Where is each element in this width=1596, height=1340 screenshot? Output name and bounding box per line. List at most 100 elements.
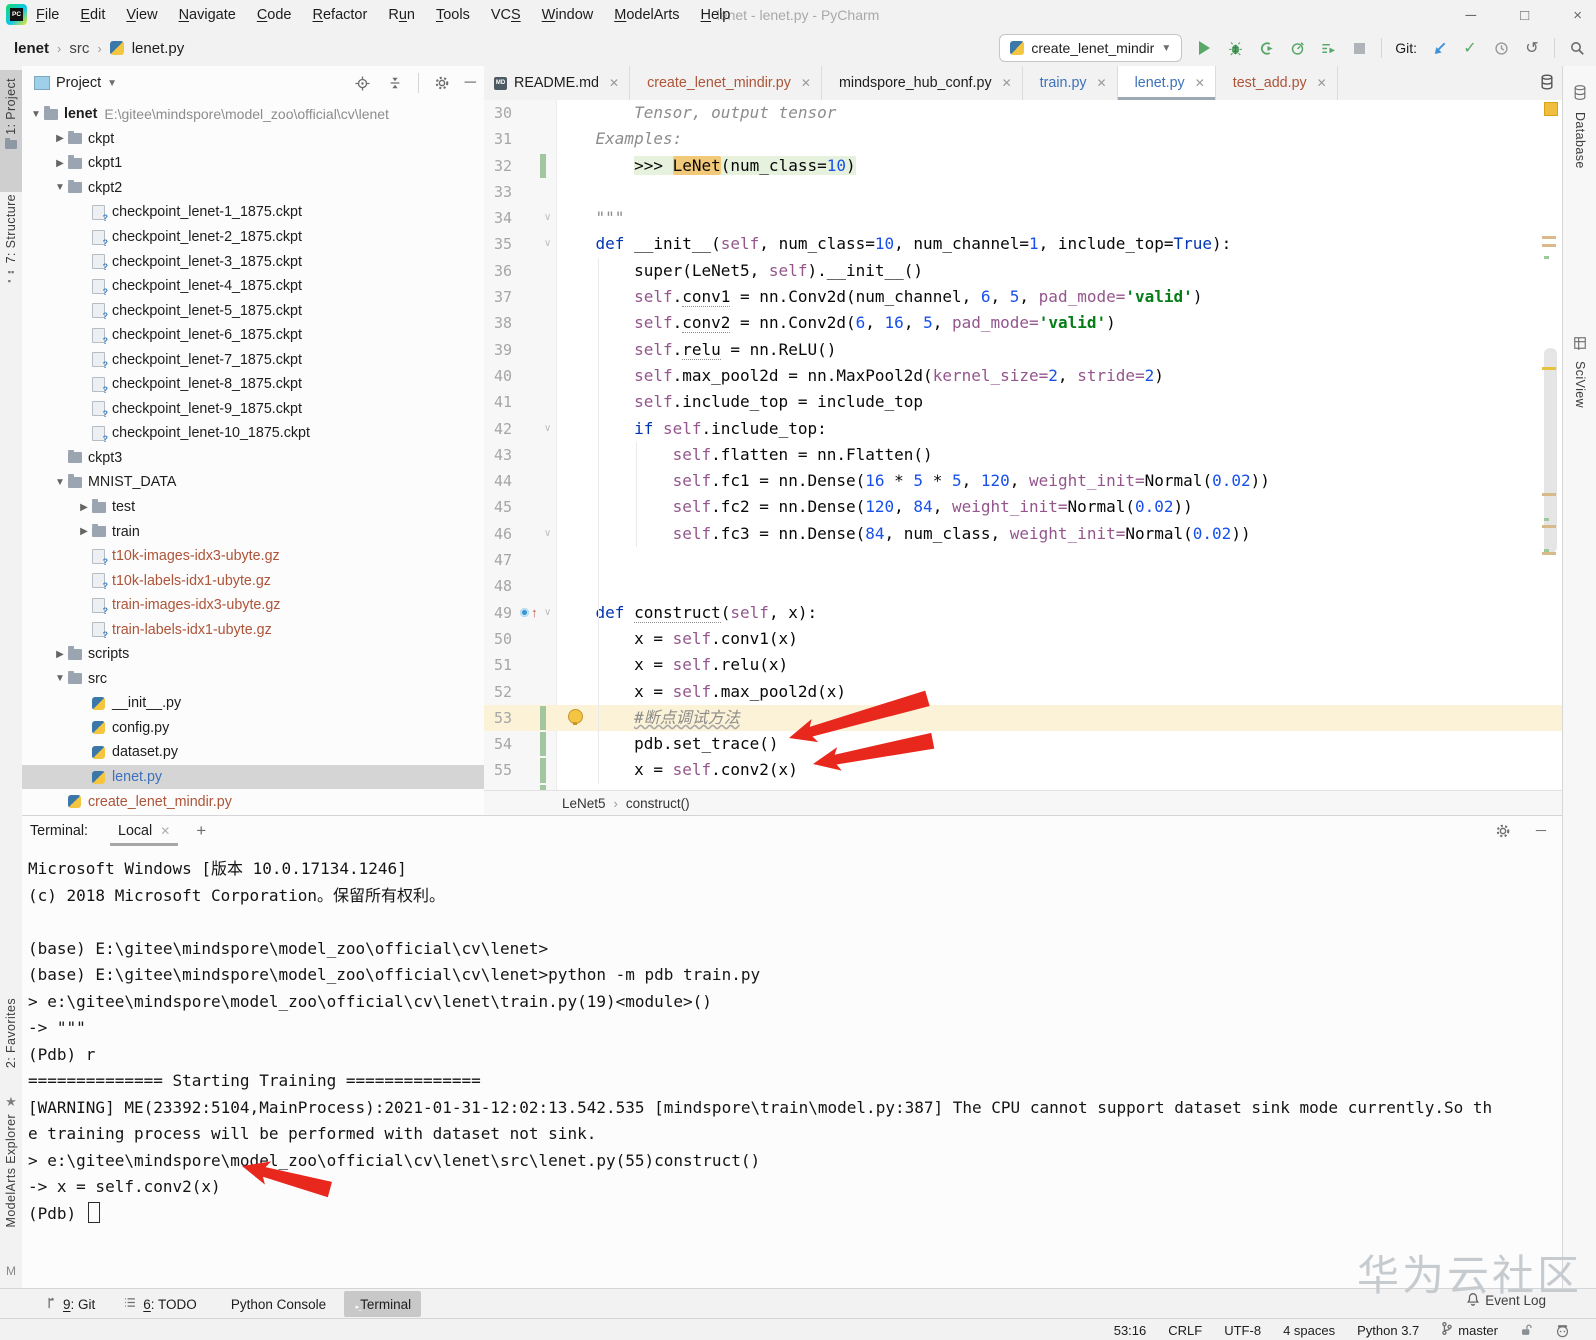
fold-icon[interactable]: ∨ [544, 600, 551, 626]
line-number[interactable]: 55 [484, 757, 512, 783]
line-number[interactable]: 52 [484, 679, 512, 705]
line-number[interactable]: 49 [484, 600, 512, 626]
toolwindow-button-terminal[interactable]: Terminal [344, 1291, 422, 1317]
settings-gear-icon[interactable] [433, 74, 451, 92]
menu-run[interactable]: Run [388, 7, 415, 23]
editor-gutter[interactable]: 38 [484, 310, 557, 337]
editor-gutter[interactable]: 32 [484, 152, 557, 179]
editor-gutter[interactable]: 39 [484, 336, 557, 363]
search-everywhere-button[interactable] [1568, 39, 1586, 57]
maximize-button[interactable]: □ [1520, 7, 1529, 24]
toolwindow-button-9-git[interactable]: 9: Git [36, 1291, 105, 1317]
toolwindow-button-6-todo[interactable]: 6: TODO [113, 1291, 207, 1317]
editor-gutter[interactable]: 53 [484, 705, 557, 731]
line-number[interactable]: 35 [484, 231, 512, 257]
tree-item-train-labels-idx1-ubyte-gz[interactable]: train-labels-idx1-ubyte.gz [22, 617, 484, 642]
run-configuration-select[interactable]: create_lenet_mindir ▼ [999, 34, 1183, 62]
menu-navigate[interactable]: Navigate [179, 7, 236, 23]
stop-button[interactable] [1350, 39, 1368, 57]
line-number[interactable]: 40 [484, 363, 512, 389]
tree-item-src[interactable]: ▼ src [22, 667, 484, 692]
line-number[interactable]: 54 [484, 731, 512, 757]
locate-file-button[interactable] [354, 74, 372, 92]
editor-gutter[interactable]: 30 [484, 100, 557, 127]
tree-item-train[interactable]: ▶ train [22, 519, 484, 544]
editor-gutter[interactable]: 42 ∨ [484, 415, 557, 442]
tree-item-config-py[interactable]: config.py [22, 716, 484, 741]
run-anything-button[interactable] [1319, 39, 1337, 57]
editor-gutter[interactable]: 37 [484, 284, 557, 311]
tree-item-checkpoint-lenet-7-1875-ckpt[interactable]: checkpoint_lenet-7_1875.ckpt [22, 347, 484, 372]
editor-gutter[interactable]: 34 ∨ [484, 205, 557, 232]
menu-window[interactable]: Window [542, 7, 594, 23]
editor-gutter[interactable]: 44 [484, 468, 557, 495]
tree-expand-icon[interactable]: ▶ [52, 133, 68, 144]
tab-test-add-py[interactable]: test_add.py ✕ [1216, 66, 1338, 100]
editor-gutter[interactable]: 35 ∨ [484, 231, 557, 258]
editor-gutter[interactable]: 48 [484, 573, 557, 600]
lock-icon[interactable] [1520, 1323, 1533, 1337]
tab-lenet-py[interactable]: lenet.py ✕ [1117, 66, 1216, 100]
toolwindow-database[interactable]: Database [1563, 84, 1596, 169]
line-number[interactable]: 33 [484, 179, 512, 205]
breadcrumb-root[interactable]: lenet [14, 40, 49, 57]
line-number[interactable]: 38 [484, 310, 512, 336]
tab-create-lenet-mindir-py[interactable]: create_lenet_mindir.py ✕ [630, 66, 822, 100]
tree-item-checkpoint-lenet-8-1875-ckpt[interactable]: checkpoint_lenet-8_1875.ckpt [22, 372, 484, 397]
tree-item-checkpoint-lenet-6-1875-ckpt[interactable]: checkpoint_lenet-6_1875.ckpt [22, 323, 484, 348]
tree-item-ckpt3[interactable]: ckpt3 [22, 446, 484, 471]
new-terminal-button[interactable]: + [196, 821, 206, 841]
menu-modelarts[interactable]: ModelArts [614, 7, 679, 23]
line-number[interactable]: 32 [484, 153, 512, 179]
git-update-button[interactable] [1430, 39, 1448, 57]
fold-icon[interactable]: ∨ [544, 416, 551, 442]
tree-item-checkpoint-lenet-1-1875-ckpt[interactable]: checkpoint_lenet-1_1875.ckpt [22, 200, 484, 225]
tree-item-scripts[interactable]: ▶ scripts [22, 642, 484, 667]
status-git-branch[interactable]: master [1441, 1321, 1498, 1339]
line-number[interactable]: 48 [484, 573, 512, 599]
toolwindow-modelarts[interactable]: ModelArts Explorer [0, 1114, 22, 1262]
tree-item-checkpoint-lenet-9-1875-ckpt[interactable]: checkpoint_lenet-9_1875.ckpt [22, 397, 484, 422]
line-number[interactable]: 50 [484, 626, 512, 652]
history-button[interactable] [1492, 39, 1510, 57]
line-number[interactable]: 46 [484, 521, 512, 547]
terminal-output[interactable]: Microsoft Windows [版本 10.0.17134.1246] (c… [28, 846, 1558, 1289]
editor-scrollbar[interactable] [1544, 348, 1557, 553]
terminal-tab-local[interactable]: Local ✕ [110, 816, 179, 846]
tree-item-ckpt1[interactable]: ▶ ckpt1 [22, 151, 484, 176]
menu-file[interactable]: File [36, 7, 59, 23]
line-number[interactable]: 42 [484, 416, 512, 442]
editor-gutter[interactable]: 55 [484, 757, 557, 784]
close-icon[interactable]: ✕ [609, 76, 619, 90]
code-editor[interactable]: 30 Tensor, output tensor 31 Examples: 32 >… [484, 100, 1562, 790]
profile-avatar-icon[interactable] [1555, 1323, 1570, 1338]
tree-expand-icon[interactable]: ▶ [52, 158, 68, 169]
profiler-button[interactable] [1288, 39, 1306, 57]
close-icon[interactable]: ✕ [160, 824, 170, 838]
editor-gutter[interactable]: 41 [484, 389, 557, 416]
menu-vcs[interactable]: VCS [491, 7, 521, 23]
tree-item-checkpoint-lenet-2-1875-ckpt[interactable]: checkpoint_lenet-2_1875.ckpt [22, 225, 484, 250]
status-encoding[interactable]: UTF-8 [1224, 1323, 1261, 1338]
line-number[interactable]: 43 [484, 442, 512, 468]
fold-icon[interactable]: ∨ [544, 231, 551, 257]
tab-readme-md[interactable]: MD README.md ✕ [484, 66, 631, 100]
editor-gutter[interactable]: 52 [484, 678, 557, 705]
breadcrumb-src[interactable]: src [69, 40, 89, 57]
toolwindow-project[interactable]: 1: Project [0, 70, 22, 192]
tree-item-dataset-py[interactable]: dataset.py [22, 740, 484, 765]
close-icon[interactable]: ✕ [1097, 76, 1107, 90]
line-number[interactable]: 36 [484, 258, 512, 284]
fold-icon[interactable]: ∨ [544, 205, 551, 231]
tree-item-ckpt[interactable]: ▶ ckpt [22, 127, 484, 152]
editor-gutter[interactable]: 54 [484, 731, 557, 758]
breadcrumb-file[interactable]: lenet.py [132, 40, 185, 57]
tree-item-lenet-py[interactable]: lenet.py [22, 764, 484, 790]
editor-gutter[interactable]: 40 [484, 362, 557, 390]
run-coverage-button[interactable] [1257, 39, 1275, 57]
tree-item--init-py[interactable]: __init__.py [22, 691, 484, 716]
tab-mindspore-hub-conf-py[interactable]: mindspore_hub_conf.py ✕ [822, 66, 1023, 100]
inspections-indicator[interactable] [1544, 102, 1558, 116]
toolwindow-button-python-console[interactable]: Python Console [215, 1291, 336, 1317]
tree-item-checkpoint-lenet-5-1875-ckpt[interactable]: checkpoint_lenet-5_1875.ckpt [22, 298, 484, 323]
